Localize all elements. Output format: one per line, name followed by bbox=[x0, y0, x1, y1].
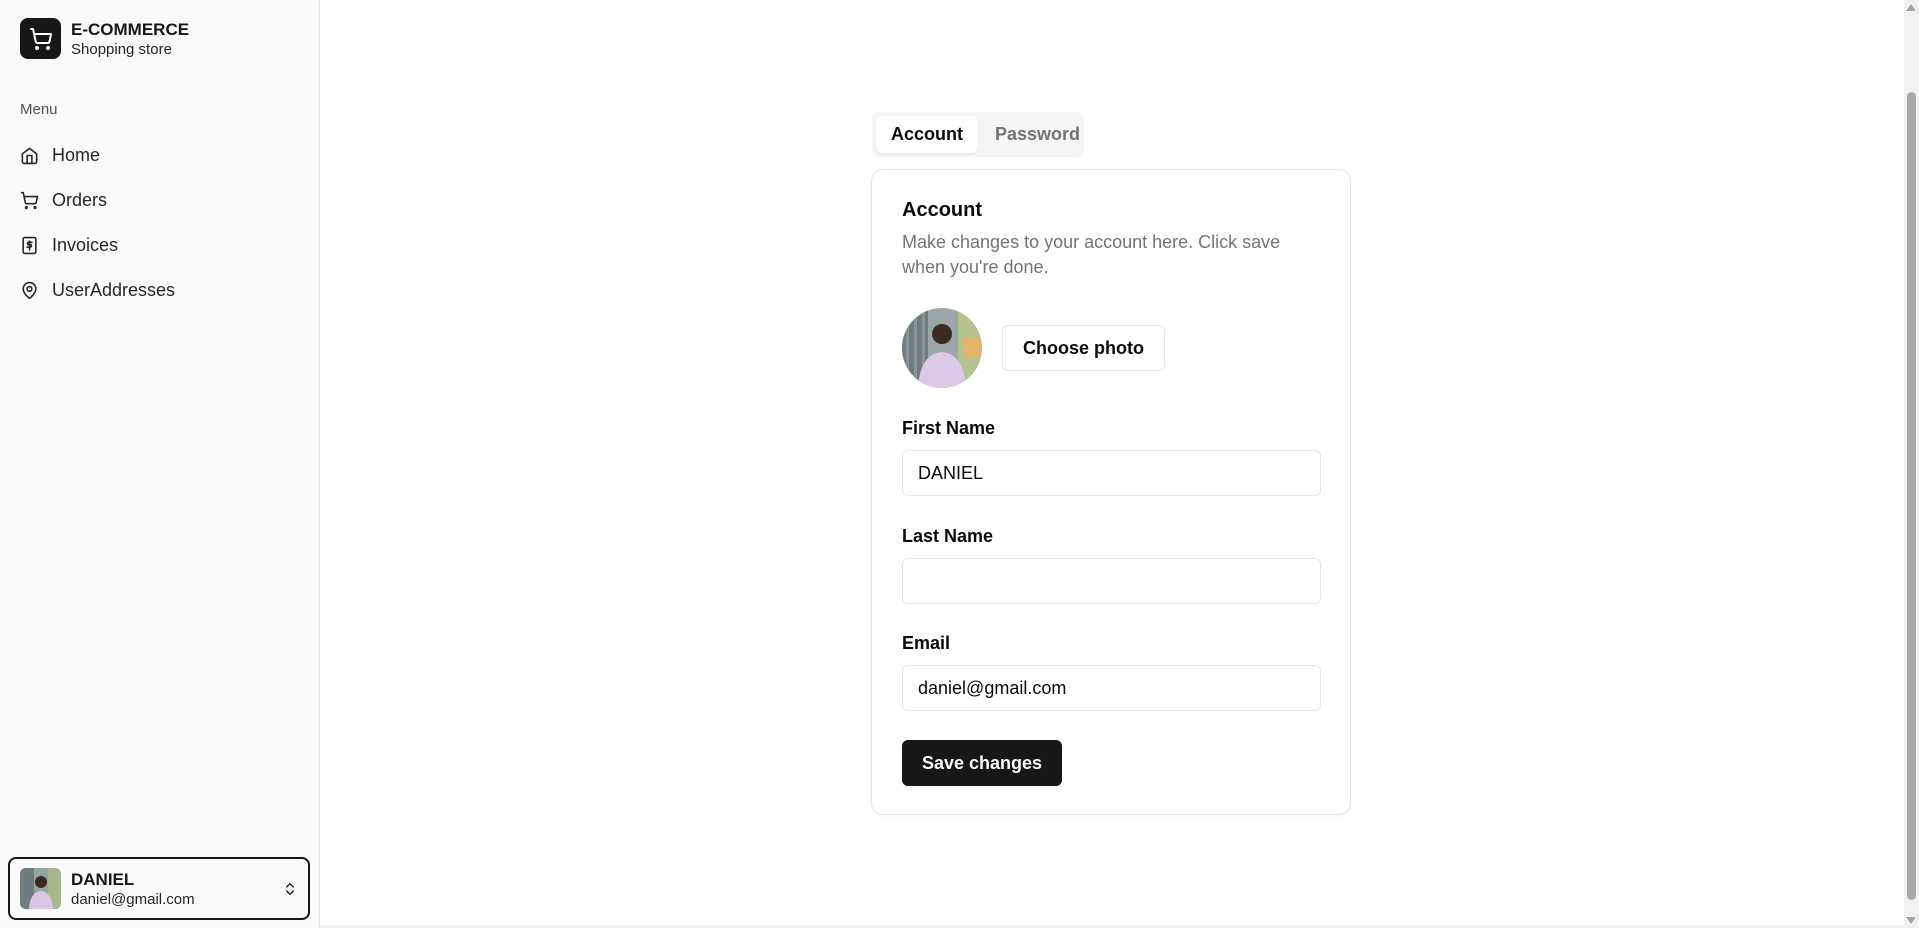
tab-password[interactable]: Password bbox=[980, 116, 1095, 153]
sidebar-item-home[interactable]: Home bbox=[20, 133, 310, 178]
menu-label: Menu bbox=[20, 101, 58, 118]
card-description: Make changes to your account here. Click… bbox=[902, 232, 1281, 277]
last-name-label: Last Name bbox=[902, 526, 994, 546]
shopping-cart-icon bbox=[20, 18, 61, 59]
sidebar-item-orders[interactable]: Orders bbox=[20, 178, 310, 223]
sidebar-item-label: UserAddresses bbox=[52, 280, 176, 300]
chevrons-up-down-icon bbox=[286, 882, 294, 895]
sidebar-item-label: Home bbox=[52, 145, 101, 165]
scroll-down-arrow-icon[interactable] bbox=[1906, 917, 1916, 924]
last-name-field[interactable] bbox=[902, 558, 1321, 604]
sidebar-nav: Home Orders Invoices UserAddresses bbox=[20, 133, 310, 313]
sidebar-item-useraddresses[interactable]: UserAddresses bbox=[20, 268, 310, 313]
avatar bbox=[20, 868, 61, 909]
save-changes-button[interactable]: Save changes bbox=[902, 740, 1063, 786]
choose-photo-button[interactable]: Choose photo bbox=[1002, 325, 1165, 371]
profile-photo bbox=[902, 308, 982, 388]
sidebar: E-COMMERCE Shopping store Menu Home Orde… bbox=[0, 0, 320, 928]
brand-subtitle: Shopping store bbox=[71, 40, 172, 58]
tab-account[interactable]: Account bbox=[876, 116, 978, 153]
email-label: Email bbox=[902, 633, 951, 653]
user-name: DANIEL bbox=[71, 869, 135, 889]
card-title: Account bbox=[902, 199, 982, 221]
user-email: daniel@gmail.com bbox=[71, 890, 195, 908]
map-pin-icon bbox=[22, 281, 37, 300]
first-name-field[interactable] bbox=[902, 450, 1321, 496]
brand-title: E-COMMERCE bbox=[71, 19, 190, 39]
sidebar-item-label: Orders bbox=[52, 190, 108, 210]
user-menu-button[interactable]: DANIEL daniel@gmail.com bbox=[8, 857, 310, 920]
scroll-up-arrow-icon[interactable] bbox=[1906, 4, 1916, 11]
account-card: Account Make changes to your account her… bbox=[871, 169, 1351, 815]
scroll-thumb[interactable] bbox=[1907, 92, 1916, 900]
receipt-dollar-icon bbox=[22, 236, 37, 255]
shopping-cart-icon bbox=[20, 191, 39, 210]
sidebar-item-invoices[interactable]: Invoices bbox=[20, 223, 310, 268]
settings-tabs: Account Password bbox=[872, 112, 1084, 157]
email-field[interactable] bbox=[902, 665, 1321, 711]
first-name-label: First Name bbox=[902, 418, 996, 438]
page-scrollbar[interactable] bbox=[1904, 0, 1919, 928]
brand[interactable]: E-COMMERCE Shopping store bbox=[20, 18, 189, 59]
home-icon bbox=[21, 147, 38, 165]
sidebar-item-label: Invoices bbox=[52, 235, 119, 255]
